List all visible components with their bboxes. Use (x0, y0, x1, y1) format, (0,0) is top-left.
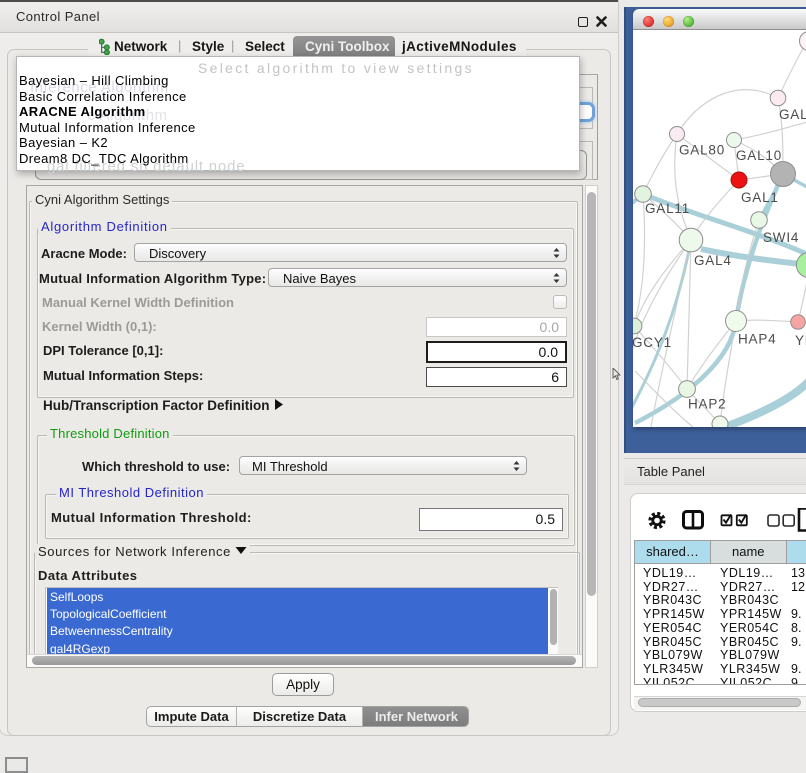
svg-text:GAL1: GAL1 (741, 190, 779, 205)
svg-text:GAL10: GAL10 (736, 148, 782, 163)
svg-text:HAP2: HAP2 (688, 397, 726, 412)
svg-text:GAL7: GAL7 (779, 107, 806, 122)
svg-text:YM: YM (795, 333, 806, 348)
svg-text:GCY1: GCY1 (633, 335, 672, 350)
svg-text:HAP4: HAP4 (738, 332, 776, 347)
svg-text:SWI4: SWI4 (763, 230, 799, 245)
svg-text:GAL11: GAL11 (645, 201, 690, 216)
svg-text:GAL80: GAL80 (679, 143, 725, 158)
svg-text:GAL4: GAL4 (694, 253, 732, 268)
